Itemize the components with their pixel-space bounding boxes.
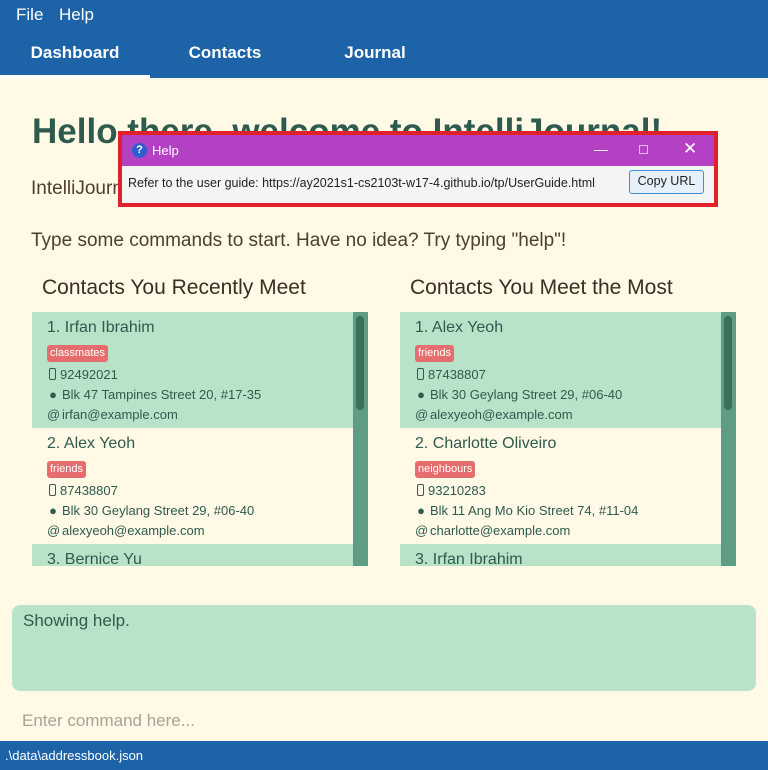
email-icon: @ [415, 407, 429, 422]
contact-card[interactable]: 3. Bernice Yu [32, 544, 353, 566]
minimize-icon[interactable]: — [594, 141, 608, 157]
location-pin-icon: ● [417, 503, 425, 518]
result-display: Showing help. [12, 605, 756, 691]
scrollbar[interactable] [721, 312, 736, 566]
recent-contacts-list[interactable]: 1. Irfan Ibrahim classmates 92492021 ● Bl… [32, 312, 368, 566]
help-title-bar[interactable]: ? Help — ✕ [122, 135, 714, 166]
menu-help[interactable]: Help [59, 5, 94, 25]
contact-name: 3. Bernice Yu [47, 551, 142, 566]
contact-name: 2. Charlotte Oliveiro [415, 435, 557, 452]
tab-journal[interactable]: Journal [300, 30, 450, 78]
email-icon: @ [47, 523, 61, 538]
contact-phone: 93210283 [415, 483, 486, 498]
command-input[interactable] [22, 708, 722, 734]
phone-icon [49, 368, 56, 380]
help-window: ? Help — ✕ Refer to the user guide: http… [122, 135, 714, 203]
close-icon[interactable]: ✕ [683, 139, 697, 159]
contact-phone: 87438807 [47, 483, 118, 498]
maximize-icon[interactable] [639, 145, 648, 154]
contact-address: ● Blk 30 Geylang Street 29, #06-40 [47, 503, 254, 518]
contact-name: 2. Alex Yeoh [47, 435, 136, 452]
help-window-title: Help [152, 143, 179, 158]
contact-card[interactable]: 2. Charlotte Oliveiro neighbours 9321028… [400, 428, 721, 544]
tab-bar: Dashboard Contacts Journal [0, 30, 768, 78]
contact-address: ● Blk 11 Ang Mo Kio Street 74, #11-04 [415, 503, 638, 518]
location-pin-icon: ● [417, 387, 425, 402]
scrollbar-thumb[interactable] [724, 316, 732, 410]
location-pin-icon: ● [49, 387, 57, 402]
location-pin-icon: ● [49, 503, 57, 518]
save-location: .\data\addressbook.json [5, 748, 144, 763]
contact-phone: 87438807 [415, 367, 486, 382]
result-text: Showing help. [23, 611, 130, 630]
contact-phone: 92492021 [47, 367, 118, 382]
contact-name: 1. Alex Yeoh [415, 319, 504, 336]
recent-contacts-title: Contacts You Recently Meet [42, 276, 306, 299]
contact-name: 1. Irfan Ibrahim [47, 319, 155, 336]
contact-card[interactable]: 3. Irfan Ibrahim [400, 544, 721, 566]
contact-address: ● Blk 47 Tampines Street 20, #17-35 [47, 387, 261, 402]
contact-tag: friends [47, 461, 87, 478]
contact-tag: friends [415, 345, 455, 362]
contact-tag: neighbours [415, 461, 476, 478]
help-message: Refer to the user guide: https://ay2021s… [128, 176, 595, 190]
email-icon: @ [47, 407, 61, 422]
contact-email: @ alexyeoh@example.com [47, 523, 205, 538]
contact-email: @ irfan@example.com [47, 407, 178, 422]
contact-address: ● Blk 30 Geylang Street 29, #06-40 [415, 387, 622, 402]
scrollbar[interactable] [353, 312, 368, 566]
contact-email: @ charlotte@example.com [415, 523, 571, 538]
contact-card[interactable]: 2. Alex Yeoh friends 87438807 ● Blk 30 Ge… [32, 428, 353, 544]
phone-icon [417, 484, 424, 496]
contact-name: 3. Irfan Ibrahim [415, 551, 523, 566]
frequent-contacts-title: Contacts You Meet the Most [410, 276, 673, 299]
menu-file[interactable]: File [16, 5, 43, 25]
contact-card[interactable]: 1. Alex Yeoh friends 87438807 ● Blk 30 Ge… [400, 312, 721, 428]
scrollbar-thumb[interactable] [356, 316, 364, 410]
help-body: Refer to the user guide: https://ay2021s… [122, 166, 714, 203]
tab-dashboard[interactable]: Dashboard [0, 30, 150, 78]
question-icon: ? [132, 143, 147, 158]
contact-card[interactable]: 1. Irfan Ibrahim classmates 92492021 ● Bl… [32, 312, 353, 428]
phone-icon [417, 368, 424, 380]
menu-bar: File Help [0, 0, 768, 30]
email-icon: @ [415, 523, 429, 538]
help-hint-text: Type some commands to start. Have no ide… [31, 230, 567, 251]
status-bar: .\data\addressbook.json [0, 741, 768, 770]
frequent-contacts-list[interactable]: 1. Alex Yeoh friends 87438807 ● Blk 30 Ge… [400, 312, 736, 566]
tab-contacts[interactable]: Contacts [150, 30, 300, 78]
contact-tag: classmates [47, 345, 109, 362]
phone-icon [49, 484, 56, 496]
contact-email: @ alexyeoh@example.com [415, 407, 573, 422]
copy-url-button[interactable]: Copy URL [629, 170, 704, 194]
